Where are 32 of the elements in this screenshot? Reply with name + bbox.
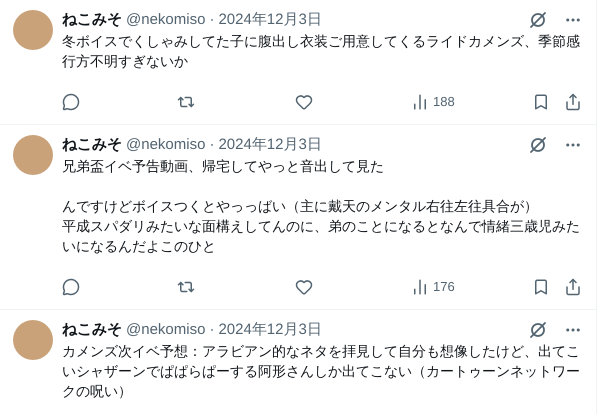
author-name[interactable]: ねこみそ [62,318,122,342]
separator: · [209,134,214,155]
view-count: 176 [433,278,455,296]
view-count: 188 [433,93,455,112]
post-date[interactable]: 2024年12月3日 [218,318,322,342]
post-date[interactable]: 2024年12月3日 [218,8,322,32]
author-handle[interactable]: @nekomiso [126,318,206,342]
bookmark-icon[interactable] [532,93,550,111]
separator: · [209,320,214,340]
author-handle[interactable]: @nekomiso [126,8,206,32]
post-text: 兄弟盃イベ予告動画、帰宅してやっと音出して見た [62,158,385,176]
post-text: カメンズ次イベ予想：アラビアン的なネタを拝見して自分も想像したけど、出てこいシャザーンでぱぱらぱーする阿形さんしか出てこない（カートゥーンネットワークの呪い） [62,343,581,401]
slashed-circle-icon[interactable] [528,10,548,30]
bookmark-icon[interactable] [532,278,550,296]
author-name[interactable]: ねこみそ [62,134,122,156]
author-handle[interactable]: @nekomiso [126,134,206,156]
like-icon[interactable] [295,93,313,111]
separator: · [209,10,214,30]
post-text: んですけどボイスつくとやっっばい（主に戴天のメンタル右往左往具合が） [62,198,539,216]
reply-icon[interactable] [62,278,80,296]
slashed-circle-icon[interactable] [528,135,548,155]
post-date[interactable]: 2024年12月3日 [218,134,322,156]
views-icon[interactable] [411,93,429,111]
slashed-circle-icon[interactable] [528,320,548,340]
like-icon[interactable] [295,278,313,296]
share-icon[interactable] [564,93,582,111]
views-icon[interactable] [411,278,429,296]
post-text: 冬ボイスでくしゃみしてた子に腹出し衣装ご用意してくるライドカメンズ、季節感行方不明すぎないか [62,33,581,71]
reply-icon[interactable] [62,93,80,111]
post-text: 平成スパダリみたいな面構えしてんのに、弟のことになるとなんで情緒三歳児みたいになるんだよこのひと [62,218,581,256]
author-name[interactable]: ねこみそ [62,8,122,32]
share-icon[interactable] [564,278,582,296]
